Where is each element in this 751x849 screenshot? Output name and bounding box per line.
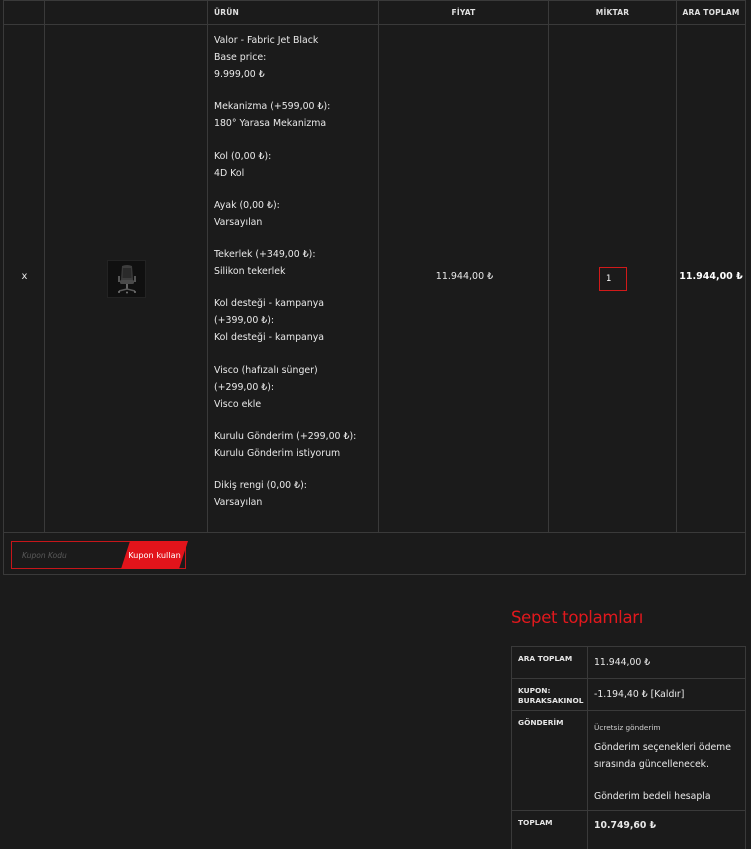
remove-item-button[interactable]: x bbox=[4, 271, 45, 282]
header-price: FİYAT bbox=[451, 8, 476, 17]
product-option-line: Ayak (0,00 ₺): bbox=[214, 199, 280, 211]
subtotal-value: 11.944,00 ₺ bbox=[594, 657, 651, 668]
product-option-line: Kol desteği - kampanya bbox=[214, 298, 325, 310]
product-option-group: Kurulu Gönderim (+299,00 ₺): Kurulu Gönde… bbox=[214, 428, 379, 462]
item-subtotal: 11.944,00 ₺ bbox=[679, 271, 743, 282]
total-value: 10.749,60 ₺ bbox=[594, 820, 657, 831]
product-option-line: (+299,00 ₺): bbox=[214, 381, 275, 393]
product-option-line: Valor - Fabric Jet Black bbox=[214, 35, 319, 46]
totals-row-shipping: GÖNDERİM Ücretsiz gönderim Gönderim seçe… bbox=[512, 711, 745, 811]
table-divider bbox=[4, 532, 745, 533]
cart-totals-table: ARA TOPLAM 11.944,00 ₺ KUPON: BURAKSAKIN… bbox=[511, 646, 746, 849]
quantity-input[interactable] bbox=[599, 267, 627, 291]
header-product: ÜRÜN bbox=[214, 8, 240, 17]
item-price: 11.944,00 ₺ bbox=[435, 271, 494, 282]
product-option-line: Varsayılan bbox=[214, 216, 263, 228]
apply-coupon-button[interactable]: Kupon kullan bbox=[121, 541, 188, 569]
table-divider bbox=[676, 1, 677, 533]
shipping-note: Gönderim seçenekleri ödeme sırasında gün… bbox=[594, 742, 731, 770]
product-option-line: Kol (0,00 ₺): bbox=[214, 150, 272, 162]
product-option-group: Dikiş rengi (0,00 ₺): Varsayılan bbox=[214, 477, 379, 511]
totals-row-total: TOPLAM 10.749,60 ₺ bbox=[512, 811, 745, 849]
cart-totals-title: Sepet toplamları bbox=[511, 608, 644, 627]
coupon-form: Kupon kullan bbox=[11, 541, 186, 569]
product-option-line: 4D Kol bbox=[214, 167, 245, 179]
table-divider bbox=[548, 1, 549, 533]
product-option-group: Mekanizma (+599,00 ₺): 180° Yarasa Mekani… bbox=[214, 98, 379, 132]
product-option-line: Visco ekle bbox=[214, 398, 262, 410]
remove-coupon-link[interactable]: [Kaldır] bbox=[651, 689, 685, 700]
product-thumbnail[interactable] bbox=[107, 260, 146, 298]
calculate-shipping-link[interactable]: Gönderim bedeli hesapla bbox=[594, 788, 745, 805]
product-option-line: (+399,00 ₺): bbox=[214, 315, 275, 327]
product-option-group: Ayak (0,00 ₺): Varsayılan bbox=[214, 197, 379, 231]
coupon-code-input[interactable] bbox=[12, 542, 120, 568]
product-option-group: Kol (0,00 ₺): 4D Kol bbox=[214, 148, 379, 182]
header-subtotal: ARA TOPLAM bbox=[682, 8, 740, 17]
product-details: Valor - Fabric Jet Black Base price: 9.999… bbox=[214, 32, 379, 527]
product-option-line: Silikon tekerlek bbox=[214, 266, 286, 278]
coupon-value-cell: -1.194,40 ₺ [Kaldır] bbox=[588, 679, 745, 710]
subtotal-label: ARA TOPLAM bbox=[512, 647, 588, 678]
product-option-group: Valor - Fabric Jet Black Base price: 9.999… bbox=[214, 32, 379, 83]
coupon-label: KUPON: BURAKSAKINOL bbox=[512, 679, 588, 710]
shipping-value-cell: Ücretsiz gönderim Gönderim seçenekleri ö… bbox=[588, 711, 745, 810]
cart-table: ÜRÜN FİYAT MİKTAR ARA TOPLAM x Valor - F… bbox=[3, 0, 746, 575]
product-option-group: Visco (hafızalı sünger) (+299,00 ₺): Visco… bbox=[214, 362, 379, 413]
product-option-group: Kol desteği - kampanya (+399,00 ₺): Kol de… bbox=[214, 295, 379, 346]
product-option-line: Tekerlek (+349,00 ₺): bbox=[214, 249, 316, 261]
product-option-line: Visco (hafızalı sünger) bbox=[214, 364, 318, 376]
shipping-label: GÖNDERİM bbox=[512, 711, 588, 810]
product-option-line: Kurulu Gönderim (+299,00 ₺): bbox=[214, 431, 357, 443]
product-option-line: Dikiş rengi (0,00 ₺): bbox=[214, 480, 307, 492]
product-option-line: Kurulu Gönderim istiyorum bbox=[214, 448, 341, 460]
product-option-group: Tekerlek (+349,00 ₺): Silikon tekerlek bbox=[214, 246, 379, 280]
totals-row-subtotal: ARA TOPLAM 11.944,00 ₺ bbox=[512, 647, 745, 679]
product-option-line: 9.999,00 ₺ bbox=[214, 69, 265, 80]
header-quantity: MİKTAR bbox=[595, 8, 630, 17]
coupon-discount: -1.194,40 ₺ bbox=[594, 689, 648, 700]
total-label: TOPLAM bbox=[512, 811, 588, 849]
table-divider bbox=[207, 1, 208, 533]
product-option-line: Mekanizma (+599,00 ₺): bbox=[214, 101, 331, 113]
product-option-line: 180° Yarasa Mekanizma bbox=[214, 118, 327, 130]
office-chair-icon bbox=[117, 265, 136, 294]
table-divider bbox=[4, 24, 745, 25]
table-divider bbox=[44, 1, 45, 533]
product-option-line: Varsayılan bbox=[214, 497, 263, 509]
free-shipping-option: Ücretsiz gönderim bbox=[594, 723, 661, 732]
product-option-line: Kol desteği - kampanya bbox=[214, 332, 325, 344]
totals-row-coupon: KUPON: BURAKSAKINOL -1.194,40 ₺ [Kaldır] bbox=[512, 679, 745, 711]
product-option-line: Base price: bbox=[214, 52, 267, 63]
